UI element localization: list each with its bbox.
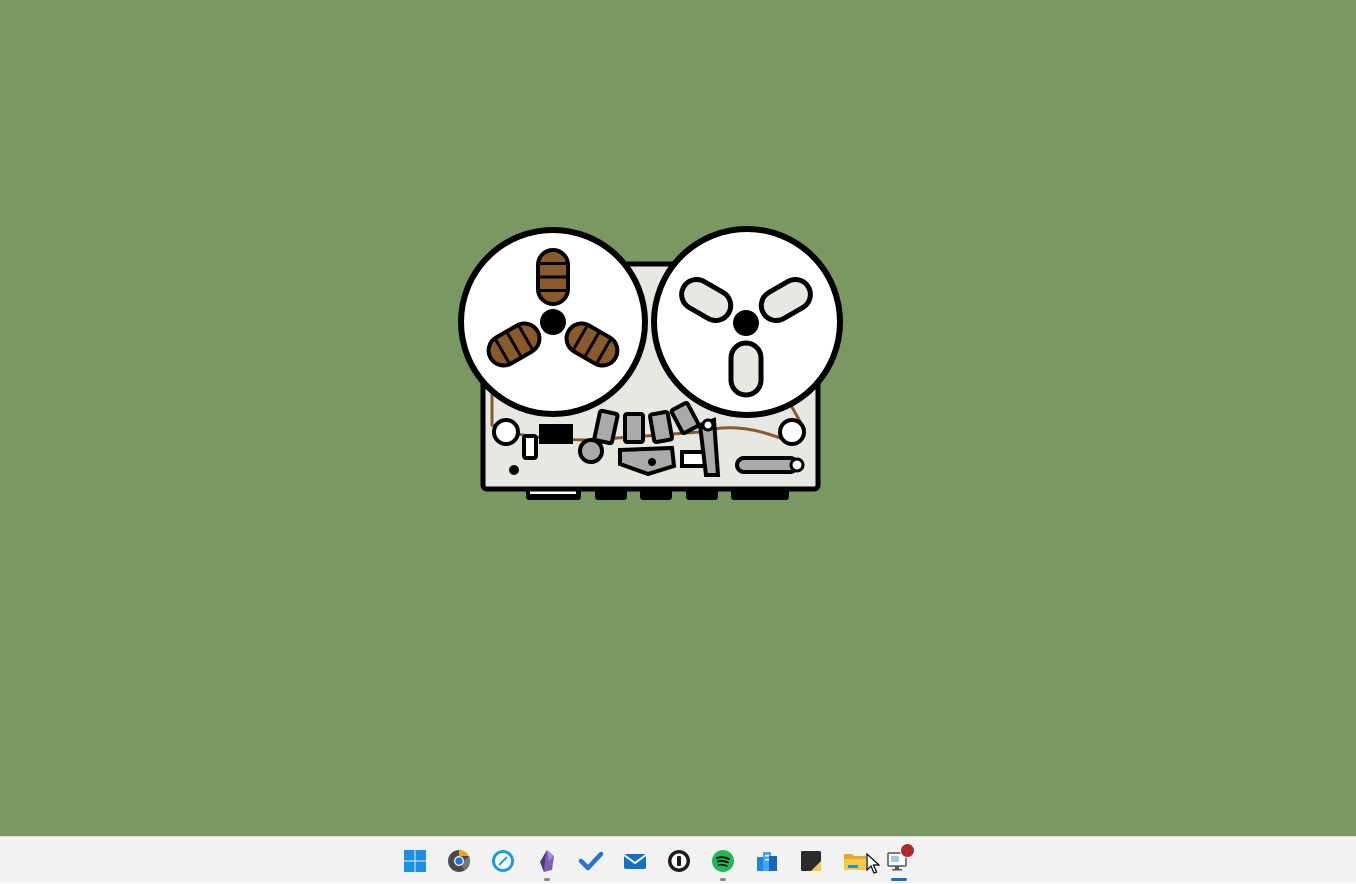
notification-badge [900, 842, 915, 858]
password-manager-icon [668, 849, 690, 872]
taskbar-password-manager-button[interactable] [657, 839, 701, 883]
taskbar-spotify-button[interactable] [701, 839, 745, 883]
taskbar-compass-browser-button[interactable] [481, 839, 525, 883]
taskbar-obsidian-button[interactable] [525, 839, 569, 883]
taskbar-remote-desktop-button[interactable] [877, 839, 921, 883]
taskbar-todo-button[interactable] [569, 839, 613, 883]
obsidian-icon [540, 849, 554, 872]
guide-roller-left [492, 418, 520, 446]
taskbar-start-button[interactable] [393, 839, 437, 883]
taskbar-sticky-notes-button[interactable] [789, 839, 833, 883]
guide-roller-right [778, 418, 806, 446]
windows-start-icon [404, 849, 426, 872]
taskbar-mail-button[interactable] [613, 839, 657, 883]
file-explorer-icon [844, 853, 866, 870]
taskbar-database-button[interactable] [745, 839, 789, 883]
reel-right [651, 226, 843, 418]
taskbar [0, 836, 1356, 883]
taskbar-icons [393, 837, 921, 884]
spotify-icon [712, 849, 734, 872]
chrome-dev-icon [448, 849, 470, 872]
mail-icon [623, 853, 647, 869]
compass-browser-icon [492, 849, 514, 872]
sticky-notes-icon [801, 850, 821, 871]
desktop [0, 0, 1356, 836]
todo-check-icon [578, 851, 604, 870]
wallpaper-tape-recorder [0, 0, 1356, 836]
reel-left [458, 227, 648, 417]
database-icon [757, 851, 777, 871]
mouse-cursor-icon [866, 853, 880, 874]
taskbar-chrome-dev-button[interactable] [437, 839, 481, 883]
